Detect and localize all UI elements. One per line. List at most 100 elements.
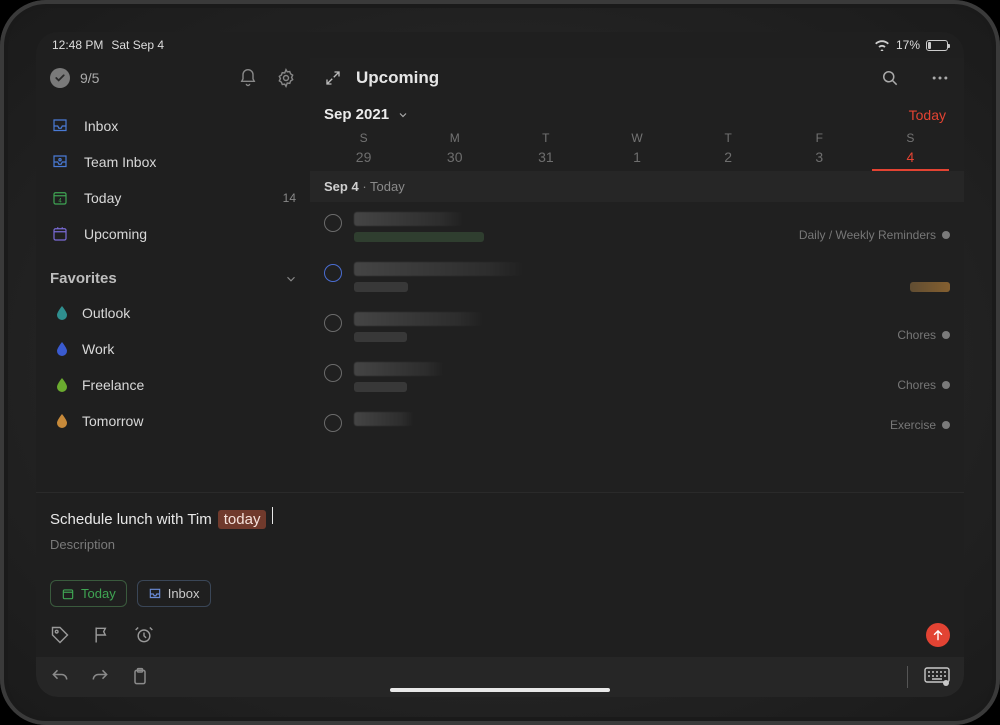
task-description-input[interactable]: Description (50, 537, 950, 552)
month-picker[interactable]: Sep 2021 (324, 106, 409, 123)
battery-pct: 17% (896, 38, 920, 52)
status-bar: 12:48 PM Sat Sep 4 17% (36, 32, 964, 58)
task-project-label: Daily / Weekly Reminders (799, 228, 936, 242)
drop-icon (56, 342, 68, 356)
project-chip[interactable]: Inbox (137, 580, 211, 607)
task-row[interactable]: Exercise (310, 402, 964, 442)
arrow-up-icon (931, 628, 945, 642)
nav-inbox[interactable]: Inbox (42, 108, 304, 144)
nav-inbox-label: Inbox (84, 118, 118, 134)
task-title-redacted (354, 262, 524, 276)
task-checkbox[interactable] (324, 214, 342, 232)
battery-icon (926, 40, 948, 51)
task-row[interactable] (310, 252, 964, 302)
day-29[interactable]: 29 (318, 149, 409, 165)
text-cursor (272, 507, 273, 524)
nav-upcoming-label: Upcoming (84, 226, 147, 242)
dow-sun: S (318, 131, 409, 145)
page-title: Upcoming (356, 68, 439, 88)
task-row[interactable]: Daily / Weekly Reminders (310, 202, 964, 252)
task-subtitle-redacted (354, 282, 408, 292)
flag-icon[interactable] (92, 625, 112, 645)
search-icon[interactable] (880, 68, 900, 88)
task-checkbox[interactable] (324, 414, 342, 432)
day-4[interactable]: 4 (865, 149, 956, 165)
nav-upcoming[interactable]: Upcoming (42, 216, 304, 252)
favorite-freelance[interactable]: Freelance (42, 367, 304, 403)
quick-add-sheet: Schedule lunch with Tim today Descriptio… (36, 492, 964, 697)
task-title-redacted (354, 362, 444, 376)
wifi-icon (874, 39, 890, 51)
month-label-text: Sep 2021 (324, 106, 389, 123)
tag-icon[interactable] (50, 625, 70, 645)
redo-icon[interactable] (90, 667, 110, 687)
check-icon (50, 68, 70, 88)
team-inbox-icon (50, 153, 70, 171)
submit-button[interactable] (926, 623, 950, 647)
task-checkbox[interactable] (324, 314, 342, 332)
progress-count: 9/5 (80, 70, 99, 86)
parsed-date-chip[interactable]: today (218, 510, 267, 529)
day-2[interactable]: 2 (683, 149, 774, 165)
task-title-redacted (354, 312, 484, 326)
today-link[interactable]: Today (909, 107, 946, 123)
favorite-outlook-label: Outlook (82, 305, 130, 321)
date-chip[interactable]: Today (50, 580, 127, 607)
favorites-header[interactable]: Favorites (36, 258, 310, 293)
dow-mon: M (409, 131, 500, 145)
task-row[interactable]: Chores (310, 352, 964, 402)
keyboard-icon[interactable] (924, 667, 950, 687)
favorite-work[interactable]: Work (42, 331, 304, 367)
nav-today[interactable]: 4 Today 14 (42, 180, 304, 216)
more-icon[interactable] (930, 68, 950, 88)
task-checkbox[interactable] (324, 364, 342, 382)
task-checkbox[interactable] (324, 264, 342, 282)
nav-team-inbox[interactable]: Team Inbox (42, 144, 304, 180)
drop-icon (56, 306, 68, 320)
day-31[interactable]: 31 (500, 149, 591, 165)
week-header: S M T W T F S (310, 127, 964, 145)
chevron-down-icon (284, 272, 298, 286)
day-section-date: Sep 4 (324, 179, 359, 194)
day-30[interactable]: 30 (409, 149, 500, 165)
favorite-tomorrow[interactable]: Tomorrow (42, 403, 304, 439)
favorite-outlook[interactable]: Outlook (42, 295, 304, 331)
home-indicator[interactable] (390, 688, 610, 692)
drop-icon (56, 378, 68, 392)
dow-tue: T (500, 131, 591, 145)
day-section-header: Sep 4 · Today (310, 171, 964, 202)
task-subtitle-redacted (354, 382, 407, 392)
task-name-input[interactable]: Schedule lunch with Tim today (50, 507, 950, 529)
favorite-tomorrow-label: Tomorrow (82, 413, 143, 429)
task-title-redacted (354, 212, 464, 226)
expand-icon[interactable] (324, 69, 342, 87)
bell-icon[interactable] (238, 68, 258, 88)
day-3[interactable]: 3 (774, 149, 865, 165)
task-row[interactable]: Chores (310, 302, 964, 352)
drop-icon (56, 414, 68, 428)
task-project-label: Exercise (890, 418, 936, 432)
project-color-dot (942, 421, 950, 429)
project-chip-label: Inbox (168, 586, 200, 601)
task-name-text: Schedule lunch with Tim (50, 511, 212, 528)
status-time: 12:48 PM (52, 38, 103, 52)
alarm-icon[interactable] (134, 625, 154, 645)
project-color-dot (942, 381, 950, 389)
calendar-icon (50, 225, 70, 243)
divider (907, 666, 908, 688)
clipboard-icon[interactable] (130, 667, 150, 687)
inbox-icon (148, 587, 162, 601)
project-color-dot (942, 231, 950, 239)
task-subtitle-redacted (354, 232, 484, 242)
dow-wed: W (591, 131, 682, 145)
daynum-row: 29 30 31 1 2 3 4 (310, 145, 964, 171)
undo-icon[interactable] (50, 667, 70, 687)
task-title-redacted (354, 412, 414, 426)
task-project-redacted (910, 282, 950, 292)
task-project-label: Chores (897, 378, 936, 392)
productivity-button[interactable]: 9/5 (50, 68, 99, 88)
day-1[interactable]: 1 (591, 149, 682, 165)
dow-fri: F (774, 131, 865, 145)
task-project-label: Chores (897, 328, 936, 342)
gear-icon[interactable] (276, 68, 296, 88)
